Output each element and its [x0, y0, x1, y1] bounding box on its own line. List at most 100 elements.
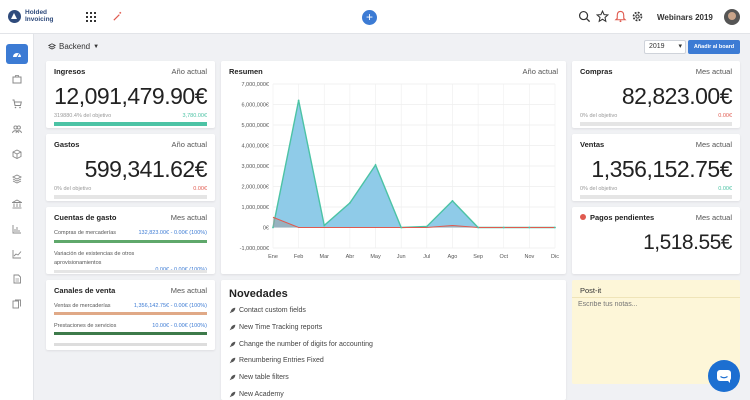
- list-item[interactable]: Variación de existencias de otros aprovi…: [54, 250, 207, 273]
- star-icon[interactable]: [596, 10, 609, 23]
- cart-icon: [12, 99, 22, 109]
- data-point: [451, 199, 454, 202]
- data-point: [528, 226, 531, 229]
- pendientes-title: Pagos pendientes: [590, 213, 655, 222]
- news-item-label: New Time Tracking reports: [239, 323, 323, 331]
- cuentas-gasto-card[interactable]: Cuentas de gasto Mes actual Compras de m…: [46, 207, 215, 274]
- stack-icon: [12, 174, 22, 184]
- y-tick-label: 7,000,000€: [241, 82, 269, 88]
- sidebar-item-inventory[interactable]: [6, 144, 28, 164]
- news-item[interactable]: New Time Tracking reports: [229, 324, 322, 331]
- rocket-icon: [229, 324, 236, 331]
- add-to-board-button[interactable]: Añadir al board: [688, 40, 740, 54]
- series-area: [273, 100, 555, 228]
- logo-icon[interactable]: [8, 10, 21, 23]
- gastos-period[interactable]: Año actual: [172, 140, 207, 149]
- data-point: [272, 226, 274, 229]
- year-select[interactable]: 2019: [644, 40, 686, 54]
- canales-venta-period[interactable]: Mes actual: [171, 286, 207, 295]
- data-point: [477, 226, 479, 229]
- sidebar-item-treasury[interactable]: [6, 194, 28, 214]
- compras-objective-value: 0.00€: [718, 113, 732, 119]
- chevron-down-icon: ▼: [93, 43, 100, 50]
- resumen-card[interactable]: Resumen Año actual 7,000,000€ 6,000,000€ 5…: [221, 61, 566, 274]
- compras-value: 82,823.00€: [621, 83, 733, 109]
- gastos-objective-text: 0% del objetivo: [54, 186, 92, 192]
- novedades-title: Novedades: [229, 288, 288, 300]
- canales-venta-card[interactable]: Canales de venta Mes actual Ventas de me…: [46, 280, 215, 350]
- ventas-period[interactable]: Mes actual: [696, 140, 732, 149]
- ingresos-objective-value: 3,780.00€: [182, 113, 207, 119]
- pendientes-period[interactable]: Mes actual: [696, 213, 732, 222]
- data-point: [349, 202, 351, 204]
- sidebar-item-reports[interactable]: [6, 294, 28, 314]
- compras-period[interactable]: Mes actual: [696, 67, 732, 76]
- gear-icon[interactable]: [631, 10, 644, 23]
- avatar[interactable]: [724, 9, 740, 25]
- grid-icon[interactable]: [86, 12, 96, 22]
- ventas-progress-bar: [580, 195, 732, 199]
- news-item-label: Contact custom fields: [239, 307, 306, 314]
- app-name-line2: Invoicing: [25, 15, 54, 23]
- sidebar-item-projects[interactable]: [6, 169, 28, 189]
- x-tick-label: Nov: [524, 254, 534, 260]
- chart-icon: [12, 225, 21, 234]
- app-logo-text[interactable]: Holded Invoicing: [25, 9, 54, 23]
- sidebar-item-contacts[interactable]: [6, 119, 28, 139]
- row-bar: [54, 240, 207, 243]
- y-tick-label: 6,000,000€: [241, 103, 269, 109]
- ingresos-title: Ingresos: [54, 67, 86, 76]
- cuentas-gasto-period[interactable]: Mes actual: [171, 213, 207, 222]
- board-label: Backend: [59, 42, 91, 51]
- news-item[interactable]: Contact custom fields: [229, 307, 306, 314]
- gastos-card[interactable]: Gastos Año actual 599,341.62€ 0% del obj…: [46, 134, 215, 201]
- board-selector[interactable]: Backend ▼: [48, 42, 99, 51]
- sidebar-item-accounting[interactable]: [6, 219, 28, 239]
- row-label: Ventas de mercaderías: [54, 303, 111, 309]
- gastos-progress-bar: [54, 195, 207, 199]
- gastos-title: Gastos: [54, 140, 80, 149]
- news-item-label: New Academy: [239, 391, 284, 398]
- news-item[interactable]: Change the number of digits for accounti…: [229, 341, 373, 348]
- list-item[interactable]: Compras de mercaderías 132,823.00€ - 0.0…: [54, 230, 207, 236]
- company-name[interactable]: Webinars 2019: [657, 13, 713, 22]
- box-icon: [12, 149, 22, 159]
- gastos-value: 599,341.62€: [84, 156, 208, 182]
- briefcase-icon: [12, 75, 22, 84]
- news-item-label: Change the number of digits for accounti…: [239, 340, 373, 348]
- compras-card[interactable]: Compras Mes actual 82,823.00€ 0% del obj…: [572, 61, 740, 128]
- sidebar-item-sales[interactable]: [6, 69, 28, 89]
- list-item[interactable]: Prestaciones de servicios 10.00€ - 0.00€…: [54, 323, 207, 329]
- ingresos-progress-bar: [54, 122, 207, 126]
- sidebar-item-analytics[interactable]: [6, 244, 28, 264]
- plus-icon[interactable]: +: [362, 10, 377, 25]
- compras-progress-bar: [580, 122, 732, 126]
- sidebar: [0, 34, 34, 400]
- news-item[interactable]: Renumbering Entries Fixed: [229, 357, 324, 364]
- search-icon[interactable]: [578, 10, 591, 23]
- y-tick-label: 1,000,000€: [241, 205, 269, 211]
- data-point: [502, 226, 505, 229]
- x-tick-label: Dic: [551, 254, 559, 260]
- magic-wand-icon[interactable]: [112, 11, 123, 22]
- list-item[interactable]: Ventas de mercaderías 1,356,142.75€ - 0.…: [54, 303, 207, 309]
- sidebar-item-purchases[interactable]: [6, 94, 28, 114]
- sidebar-item-documents[interactable]: [6, 269, 28, 289]
- rocket-icon: [229, 307, 236, 314]
- ventas-card[interactable]: Ventas Mes actual 1,356,152.75€ 0% del o…: [572, 134, 740, 201]
- ingresos-card[interactable]: Ingresos Año actual 12,091,479.90€ 31988…: [46, 61, 215, 128]
- novedades-card: Novedades Contact custom fields New Time …: [221, 280, 566, 400]
- x-tick-label: Ene: [268, 254, 278, 260]
- sidebar-item-dashboard[interactable]: [6, 44, 28, 64]
- ingresos-period[interactable]: Año actual: [172, 67, 207, 76]
- chat-button[interactable]: [708, 360, 740, 392]
- bell-icon[interactable]: [614, 10, 627, 23]
- postit-title: Post-it: [580, 286, 602, 295]
- x-tick-label: Ago: [448, 254, 458, 260]
- ingresos-value: 12,091,479.90€: [54, 83, 207, 109]
- news-item[interactable]: New table filters: [229, 374, 289, 381]
- y-tick-label: 4,000,000€: [241, 144, 269, 150]
- pendientes-card[interactable]: Pagos pendientes Mes actual 1,518.55€: [572, 207, 740, 274]
- news-item[interactable]: New Academy: [229, 391, 284, 398]
- row-value: 1,356,142.75€ - 0.00€ (100%): [133, 303, 207, 309]
